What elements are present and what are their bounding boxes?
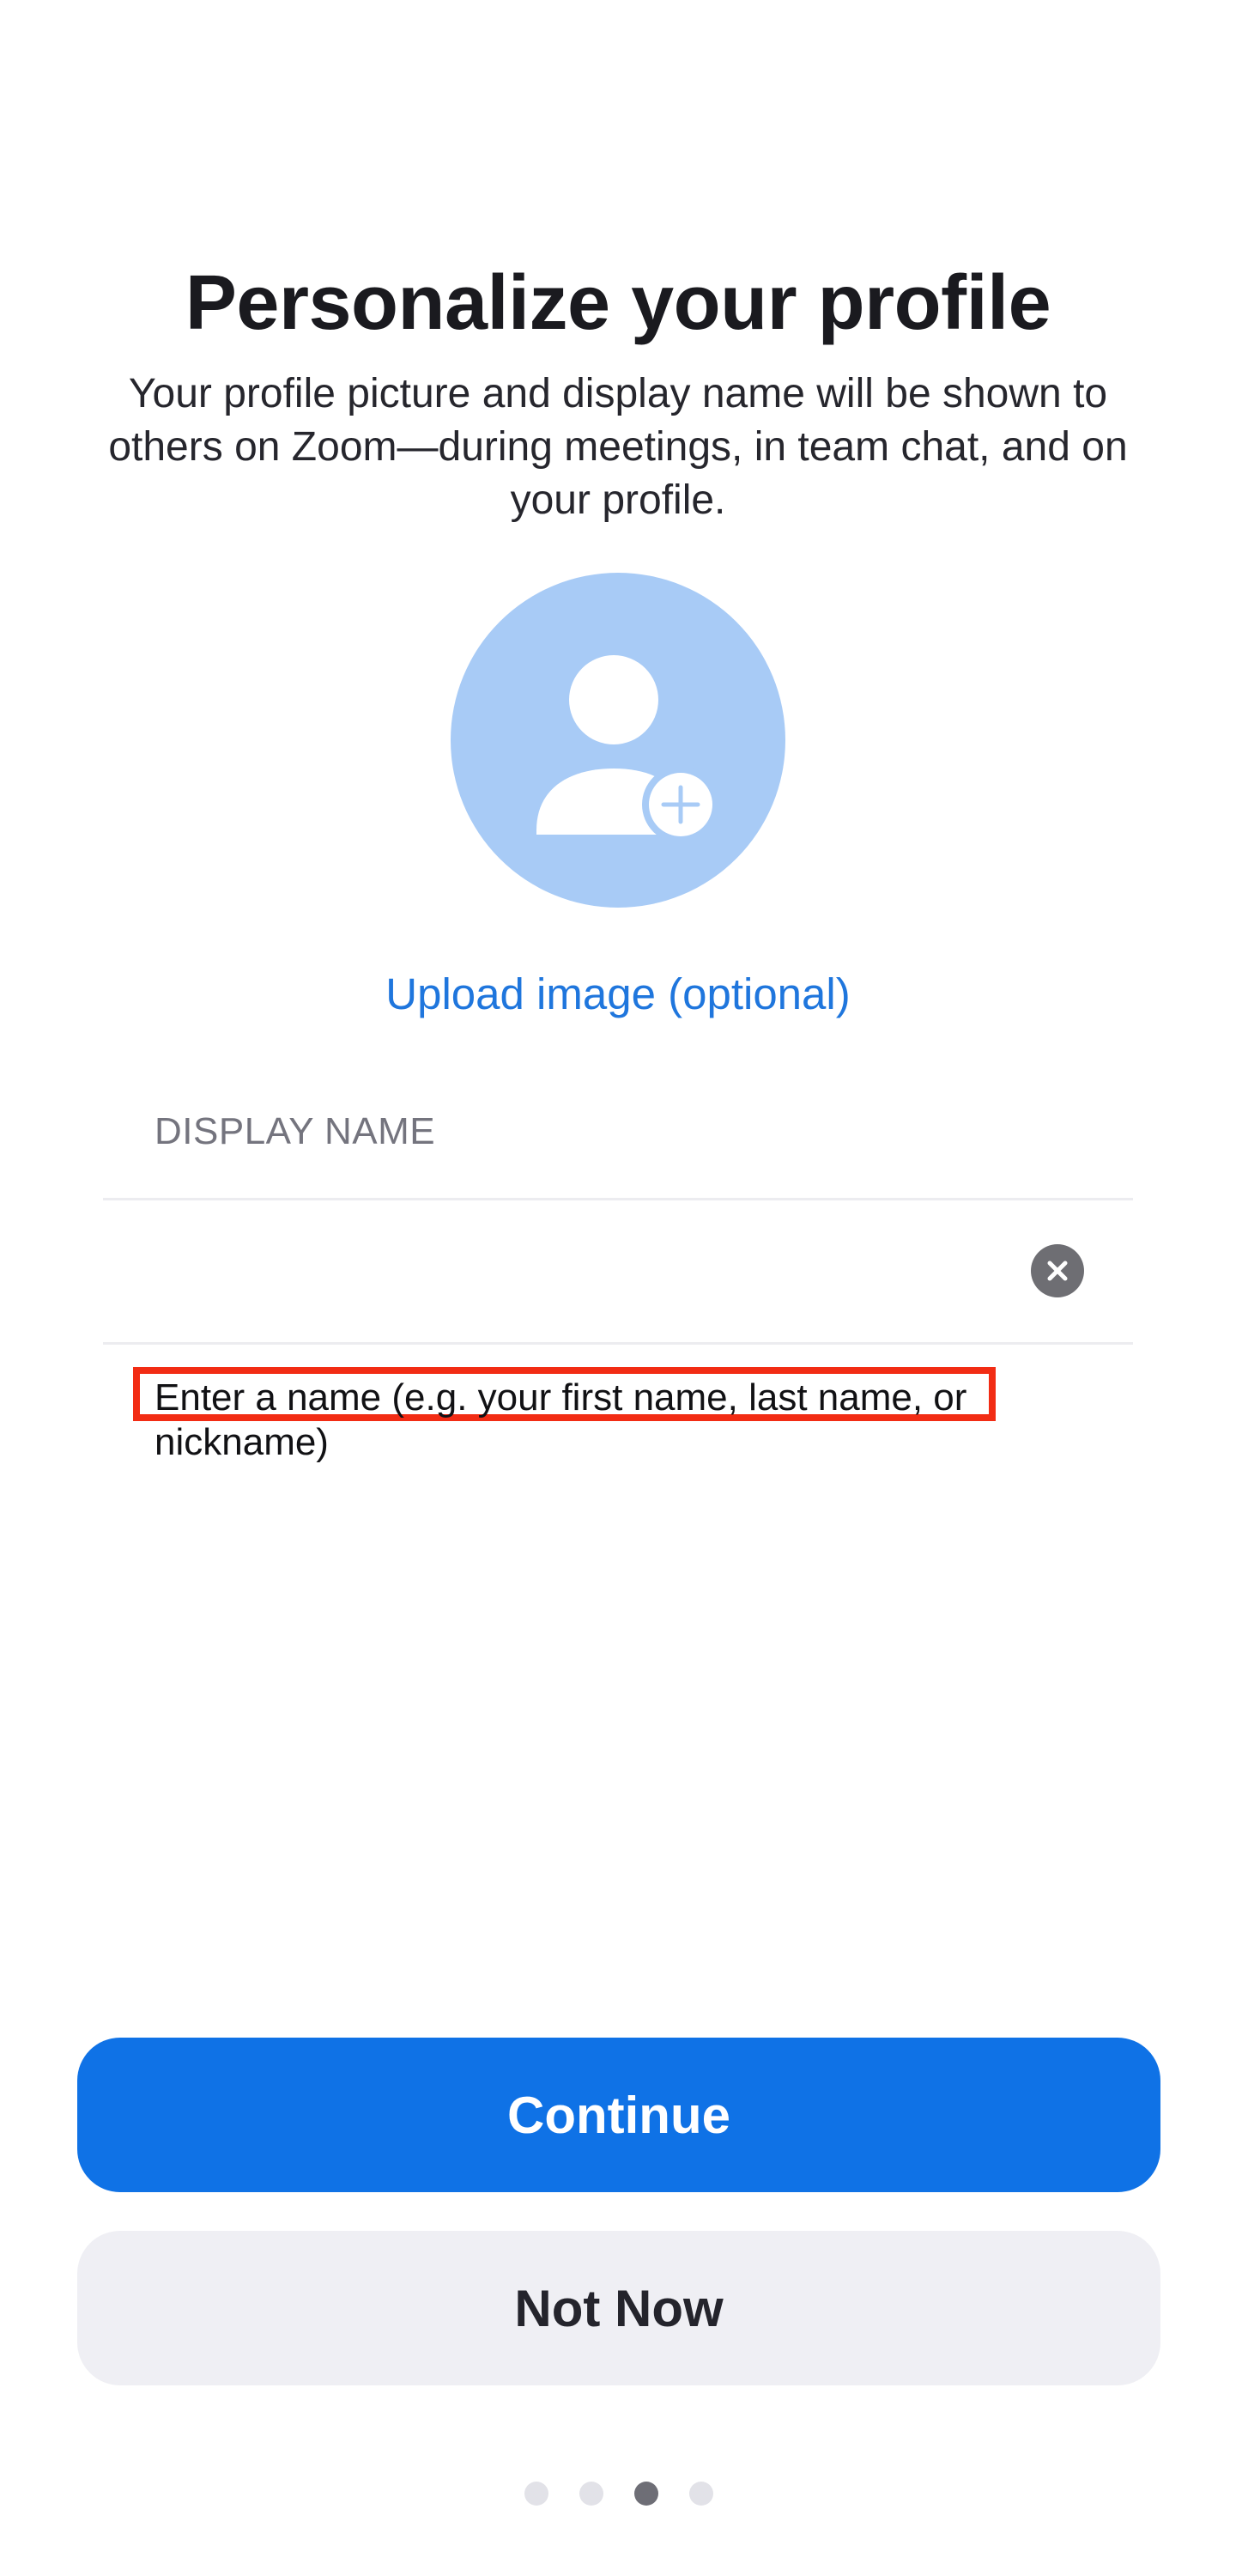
field-divider-top [103, 1198, 1133, 1200]
page-title: Personalize your profile [185, 260, 1051, 347]
page-dot-1 [524, 2482, 548, 2506]
not-now-button[interactable]: Not Now [77, 2231, 1160, 2385]
profile-picture-avatar[interactable] [451, 573, 785, 908]
page-dot-3-active [634, 2482, 658, 2506]
pagination-dots [0, 2482, 1236, 2507]
page-dot-4 [689, 2482, 713, 2506]
clear-icon [1047, 1261, 1068, 1281]
display-name-hint: Enter a name (e.g. your first name, last… [154, 1376, 967, 1463]
page-subtitle: Your profile picture and display name wi… [108, 371, 1128, 523]
display-name-label: DISPLAY NAME [154, 1110, 436, 1152]
user-add-icon [536, 655, 719, 843]
continue-button[interactable]: Continue [77, 2038, 1160, 2192]
field-divider-bottom [103, 1342, 1133, 1345]
display-name-input[interactable] [154, 1219, 1004, 1322]
upload-image-link[interactable]: Upload image (optional) [0, 966, 1236, 1023]
page-dot-2 [579, 2482, 603, 2506]
clear-input-button[interactable] [1031, 1244, 1084, 1297]
